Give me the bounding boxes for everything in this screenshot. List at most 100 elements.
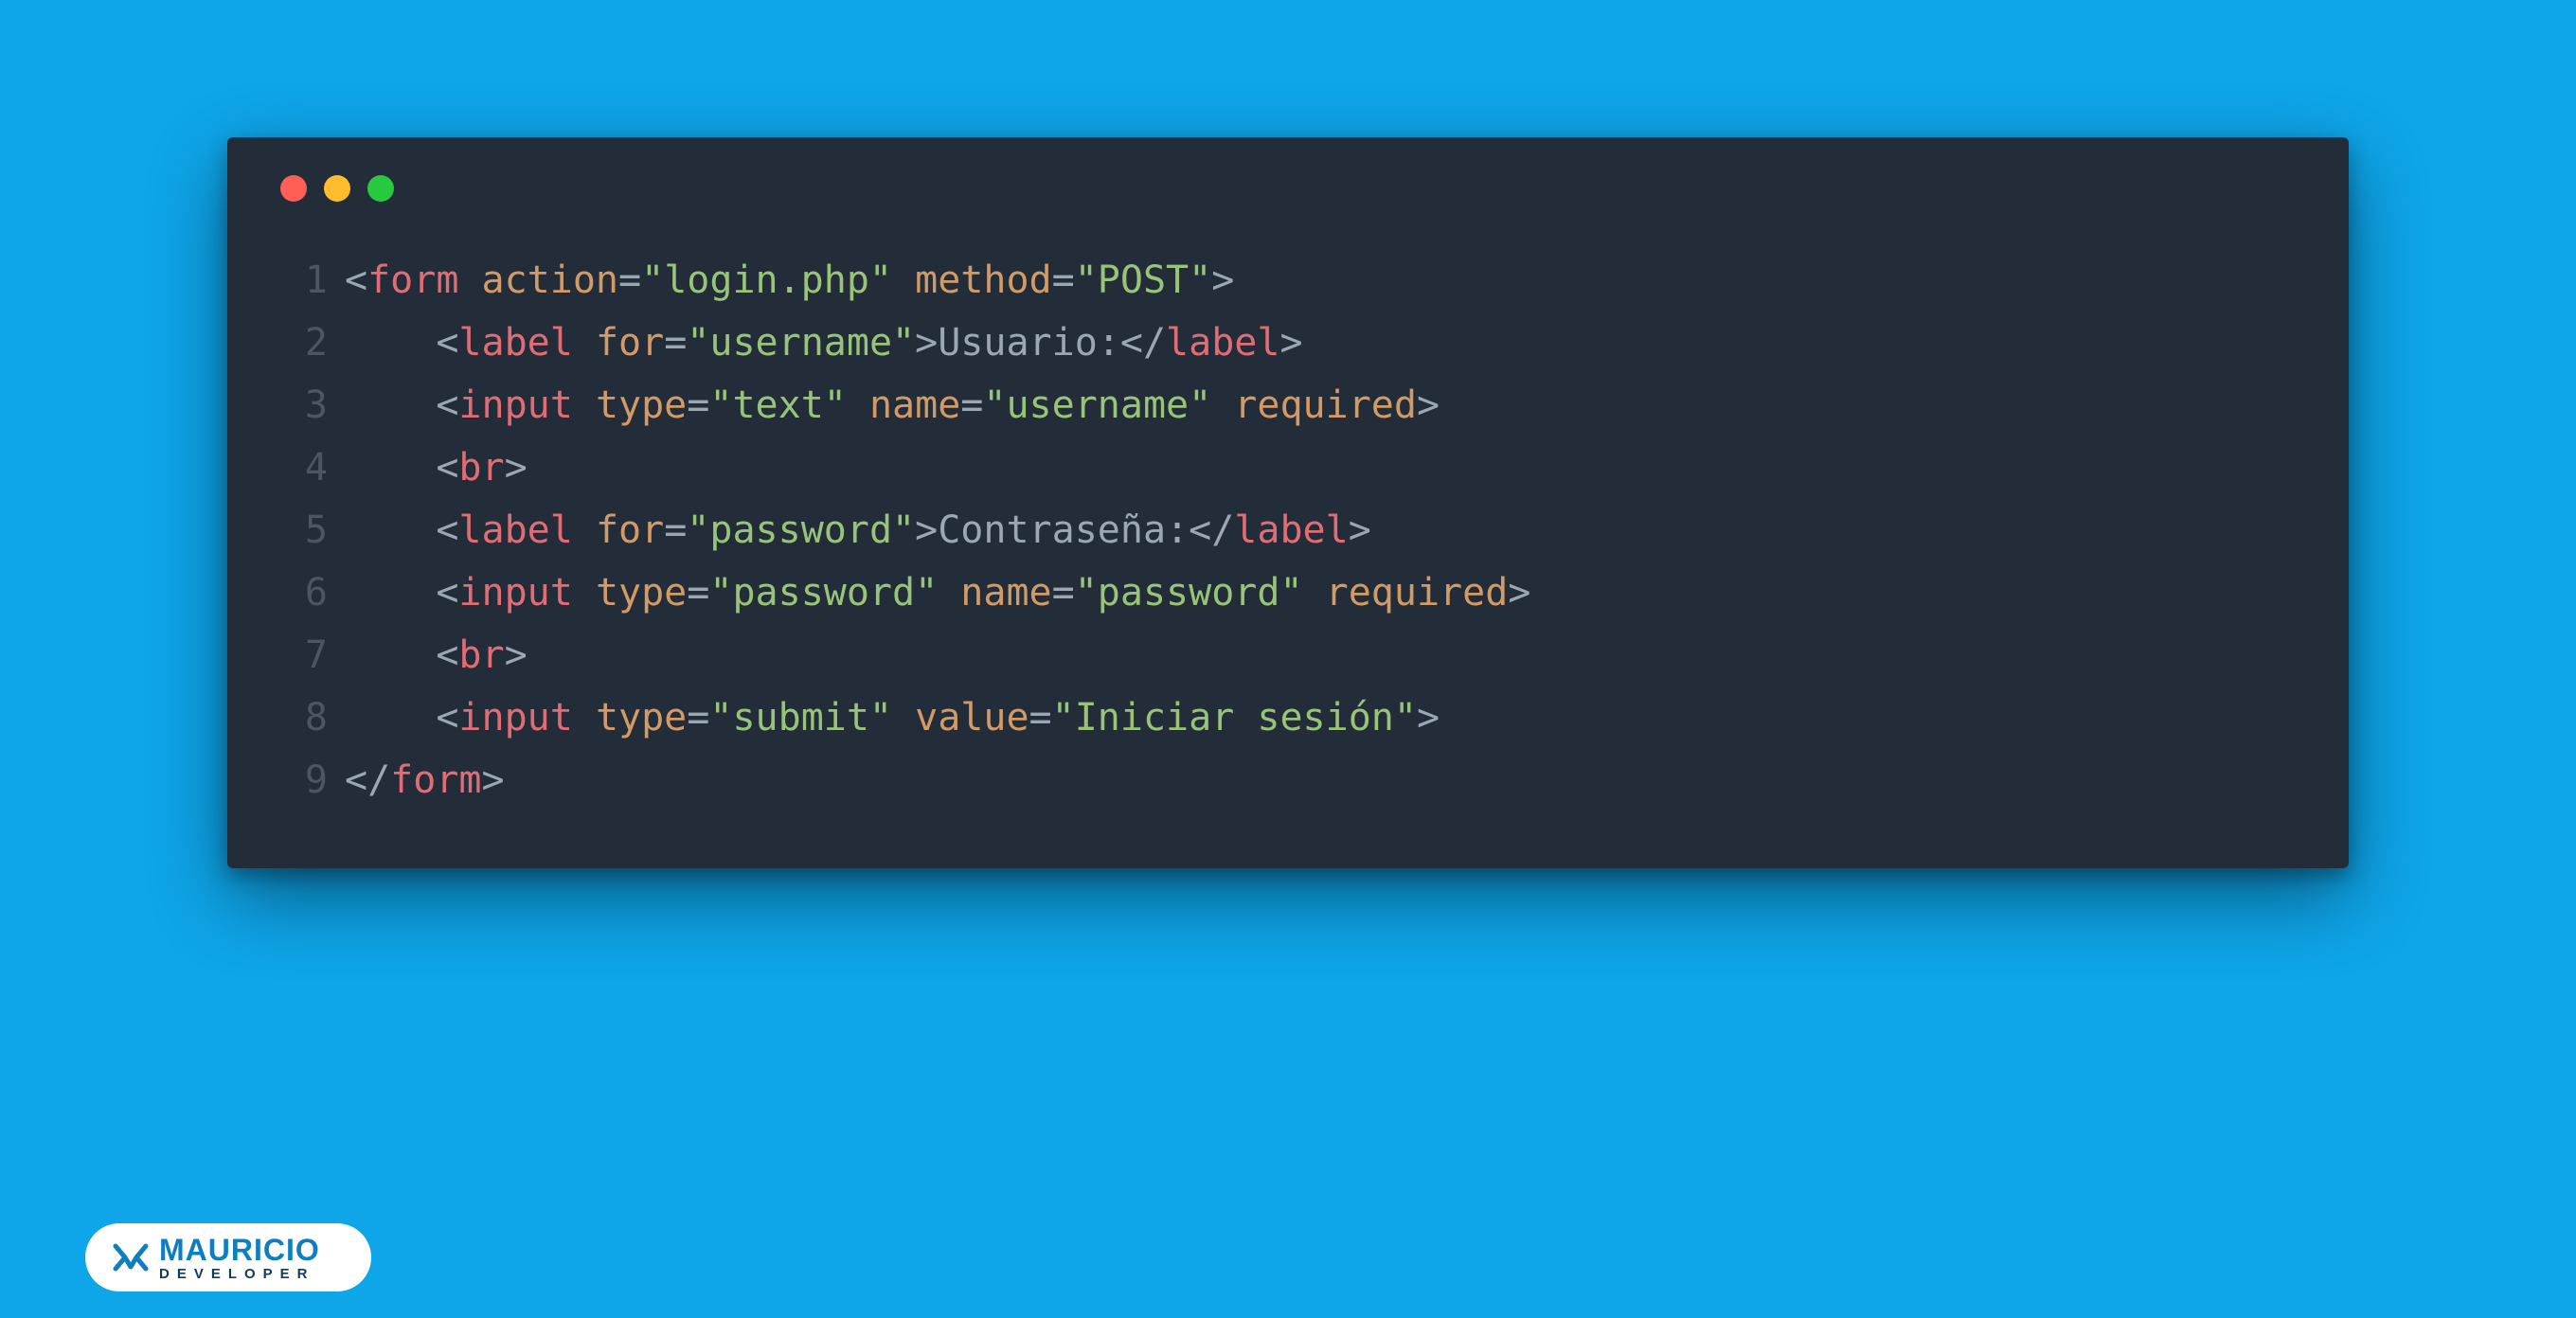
code-line: 8 <input type="submit" value="Iniciar se… <box>275 686 2301 749</box>
token-pun <box>573 571 596 614</box>
line-content: <form action="login.php" method="POST"> <box>345 249 1234 312</box>
code-block: 1<form action="login.php" method="POST">… <box>275 249 2301 811</box>
line-number: 4 <box>275 436 328 499</box>
token-tag: br <box>458 446 504 490</box>
token-pun: = <box>960 383 983 427</box>
token-attr: action <box>482 258 619 302</box>
token-attr: required <box>1234 383 1417 427</box>
code-line: 1<form action="login.php" method="POST"> <box>275 249 2301 312</box>
token-str: "POST" <box>1075 258 1212 302</box>
token-pun: = <box>664 508 687 552</box>
token-attr: method <box>915 258 1052 302</box>
token-str: "username" <box>983 383 1211 427</box>
code-line: 6 <input type="password" name="password"… <box>275 561 2301 624</box>
token-tag: label <box>458 508 572 552</box>
token-pun: < <box>345 696 458 739</box>
token-pun: < <box>345 571 458 614</box>
token-pun: = <box>687 571 709 614</box>
line-content: <br> <box>345 436 528 499</box>
token-pun: > <box>1417 383 1440 427</box>
minimize-icon[interactable] <box>324 175 350 202</box>
token-str: "Iniciar sesión" <box>1052 696 1417 739</box>
token-attr: for <box>596 508 664 552</box>
line-content: <input type="password" name="password" r… <box>345 561 1530 624</box>
token-pun: < <box>345 633 458 677</box>
token-str: "submit" <box>709 696 892 739</box>
line-number: 1 <box>275 249 328 312</box>
token-pun: > <box>1349 508 1371 552</box>
token-attr: type <box>596 696 687 739</box>
token-pun: = <box>687 383 709 427</box>
line-content: </form> <box>345 749 505 811</box>
token-tag: label <box>1234 508 1348 552</box>
token-pun <box>573 383 596 427</box>
token-txt: Usuario: <box>938 321 1120 365</box>
logo-mark-icon <box>112 1238 150 1276</box>
token-str: "login.php" <box>641 258 892 302</box>
code-line: 9</form> <box>275 749 2301 811</box>
line-number: 3 <box>275 374 328 436</box>
token-pun: </ <box>345 758 390 802</box>
token-str: "password" <box>709 571 938 614</box>
token-pun <box>1303 571 1326 614</box>
token-attr: name <box>869 383 960 427</box>
token-pun <box>892 696 915 739</box>
token-pun <box>573 508 596 552</box>
token-pun: > <box>915 508 938 552</box>
token-pun: > <box>505 446 528 490</box>
token-str: "text" <box>709 383 847 427</box>
token-pun: > <box>1508 571 1530 614</box>
token-tag: form <box>390 758 481 802</box>
token-pun <box>573 696 596 739</box>
token-pun: > <box>505 633 528 677</box>
token-attr: for <box>596 321 664 365</box>
token-attr: type <box>596 571 687 614</box>
token-pun <box>458 258 481 302</box>
token-pun: > <box>482 758 505 802</box>
token-pun: = <box>1052 571 1075 614</box>
token-str: "password" <box>1075 571 1303 614</box>
line-number: 5 <box>275 499 328 561</box>
token-pun: < <box>345 508 458 552</box>
token-pun: > <box>1417 696 1440 739</box>
token-pun <box>938 571 960 614</box>
line-content: <input type="submit" value="Iniciar sesi… <box>345 686 1440 749</box>
token-txt: Contraseña: <box>938 508 1189 552</box>
token-pun <box>1211 383 1234 427</box>
line-content: <label for="password">Contraseña:</label… <box>345 499 1371 561</box>
token-str: "password" <box>687 508 915 552</box>
token-pun: </ <box>1189 508 1234 552</box>
token-tag: form <box>367 258 458 302</box>
code-line: 7 <br> <box>275 624 2301 686</box>
token-pun: = <box>1029 696 1052 739</box>
token-attr: value <box>915 696 1029 739</box>
token-pun: < <box>345 321 458 365</box>
token-pun <box>573 321 596 365</box>
token-tag: label <box>458 321 572 365</box>
code-editor-window: 1<form action="login.php" method="POST">… <box>227 137 2349 868</box>
token-attr: type <box>596 383 687 427</box>
token-tag: input <box>458 696 572 739</box>
token-pun: < <box>345 383 458 427</box>
token-pun: = <box>664 321 687 365</box>
brand-logo: MAURICIO DEVELOPER <box>85 1223 371 1291</box>
close-icon[interactable] <box>280 175 307 202</box>
token-pun: = <box>1052 258 1075 302</box>
token-pun: = <box>618 258 641 302</box>
logo-name: MAURICIO <box>159 1235 320 1265</box>
token-tag: input <box>458 571 572 614</box>
window-titlebar <box>280 175 2301 202</box>
code-line: 2 <label for="username">Usuario:</label> <box>275 312 2301 374</box>
token-tag: br <box>458 633 504 677</box>
token-pun: > <box>1211 258 1234 302</box>
token-pun <box>847 383 869 427</box>
code-line: 4 <br> <box>275 436 2301 499</box>
token-attr: required <box>1326 571 1509 614</box>
code-line: 3 <input type="text" name="username" req… <box>275 374 2301 436</box>
token-pun: = <box>687 696 709 739</box>
zoom-icon[interactable] <box>367 175 394 202</box>
token-pun: > <box>1279 321 1302 365</box>
token-attr: name <box>960 571 1051 614</box>
line-number: 6 <box>275 561 328 624</box>
token-pun: < <box>345 258 367 302</box>
